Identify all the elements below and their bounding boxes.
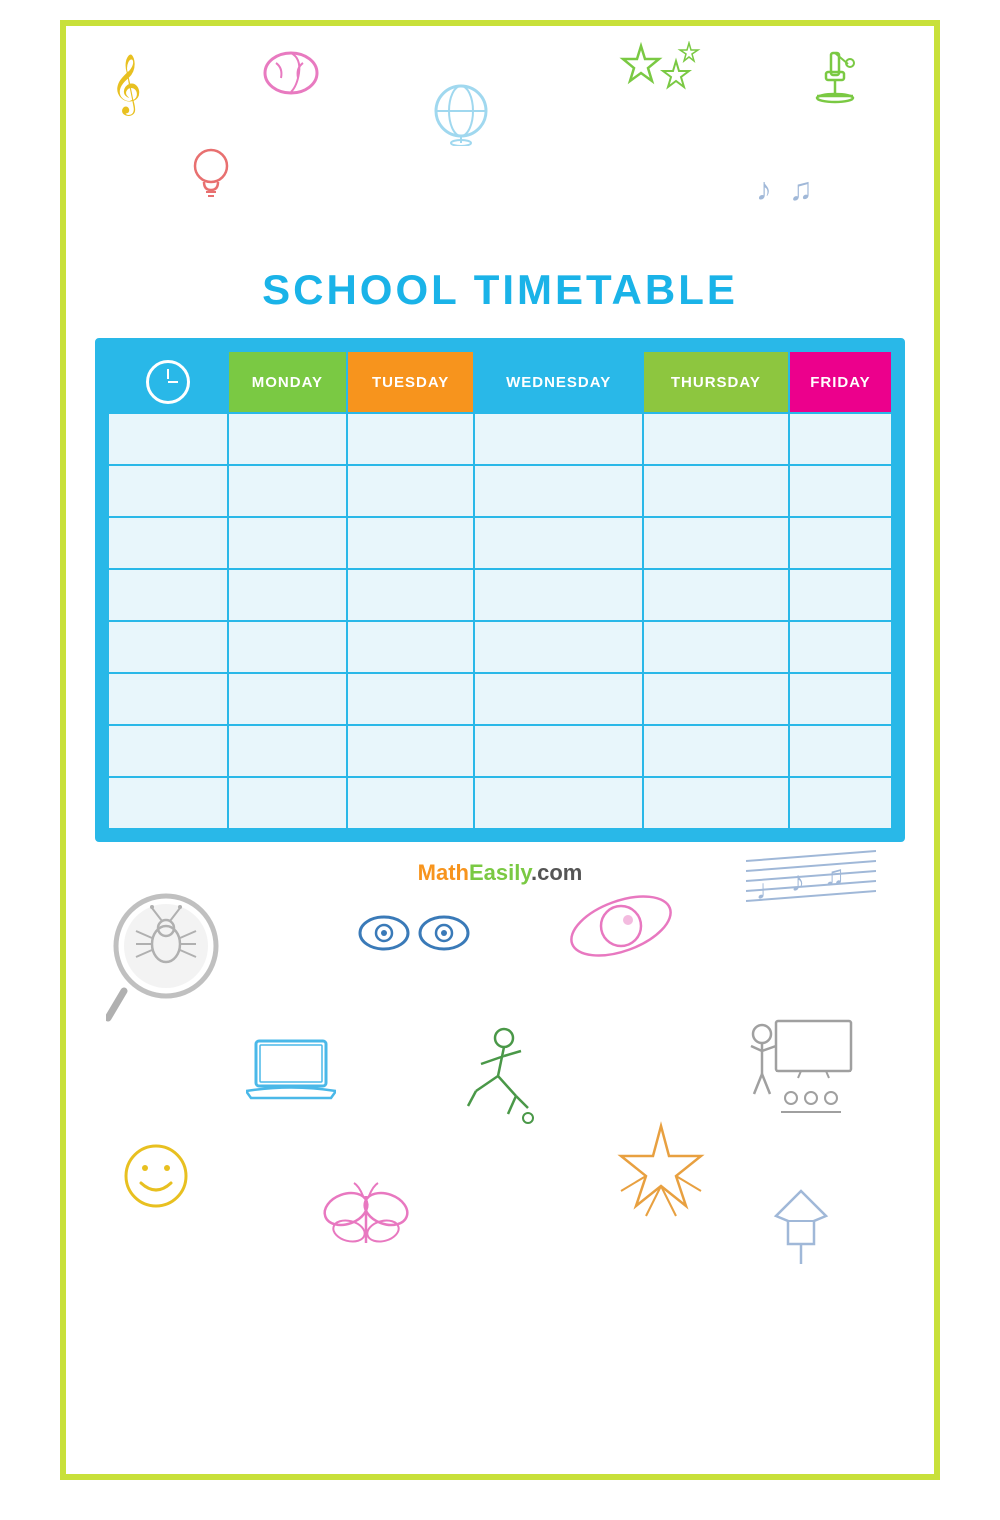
schedule-cell[interactable] (643, 621, 789, 673)
time-cell[interactable] (108, 517, 228, 569)
table-row (108, 465, 892, 517)
schedule-cell[interactable] (789, 413, 892, 465)
schedule-cell[interactable] (474, 621, 642, 673)
schedule-cell[interactable] (228, 517, 347, 569)
table-row (108, 517, 892, 569)
schedule-cell[interactable] (347, 777, 475, 829)
schedule-cell[interactable] (474, 465, 642, 517)
monday-header: MONDAY (228, 351, 347, 413)
time-cell[interactable] (108, 413, 228, 465)
page-title: SCHOOL TIMETABLE (66, 266, 934, 314)
schedule-cell[interactable] (347, 569, 475, 621)
stars-icon (611, 41, 711, 126)
time-cell[interactable] (108, 725, 228, 777)
svg-text:♪: ♪ (791, 866, 805, 897)
schedule-cell[interactable] (347, 621, 475, 673)
schedule-cell[interactable] (347, 725, 475, 777)
schedule-cell[interactable] (643, 517, 789, 569)
schedule-cell[interactable] (789, 569, 892, 621)
schedule-cell[interactable] (228, 777, 347, 829)
schedule-cell[interactable] (228, 465, 347, 517)
table-row (108, 621, 892, 673)
schedule-cell[interactable] (474, 569, 642, 621)
friday-header: FRIDAY (789, 351, 892, 413)
table-row (108, 413, 892, 465)
magnifier-bug-icon (106, 886, 236, 1031)
runner-icon (466, 1026, 536, 1131)
schedule-cell[interactable] (228, 725, 347, 777)
svg-text:♫: ♫ (824, 860, 845, 891)
schedule-cell[interactable] (474, 725, 642, 777)
attr-easily: Easily (469, 860, 531, 885)
treble-clef-icon: 𝄞 (111, 54, 142, 115)
table-row (108, 673, 892, 725)
tuesday-header: TUESDAY (347, 351, 475, 413)
schedule-cell[interactable] (228, 673, 347, 725)
teacher-icon (746, 1016, 856, 1121)
music-staff-icon: ♩ ♪ ♫ (746, 841, 876, 926)
schedule-cell[interactable] (474, 777, 642, 829)
page: 𝄞 (60, 20, 940, 1480)
schedule-cell[interactable] (643, 777, 789, 829)
brain-icon (261, 48, 321, 109)
schedule-cell[interactable] (789, 517, 892, 569)
table-row (108, 725, 892, 777)
schedule-cell[interactable] (643, 569, 789, 621)
laptop-icon (246, 1036, 336, 1111)
schedule-cell[interactable] (643, 465, 789, 517)
globe-icon (431, 81, 491, 157)
schedule-cell[interactable] (643, 673, 789, 725)
star-hands-icon (611, 1121, 711, 1236)
table-row (108, 777, 892, 829)
attr-math: Math (418, 860, 469, 885)
time-cell[interactable] (108, 569, 228, 621)
table-row (108, 569, 892, 621)
schedule-cell[interactable] (347, 517, 475, 569)
schedule-cell[interactable] (643, 413, 789, 465)
schedule-cell[interactable] (347, 673, 475, 725)
timetable-container: MONDAY TUESDAY WEDNESDAY THURSDAY FRIDAY (95, 338, 905, 842)
microscope-icon (806, 48, 866, 123)
schedule-cell[interactable] (228, 413, 347, 465)
thursday-header: THURSDAY (643, 351, 789, 413)
time-cell[interactable] (108, 777, 228, 829)
bulb-icon (186, 146, 236, 216)
wednesday-header: WEDNESDAY (474, 351, 642, 413)
smiley-icon (121, 1141, 191, 1216)
svg-text:♩: ♩ (756, 874, 784, 905)
timetable: MONDAY TUESDAY WEDNESDAY THURSDAY FRIDAY (107, 350, 893, 830)
schedule-cell[interactable] (474, 673, 642, 725)
music-notes-icon: ♪ ♫ (756, 171, 817, 208)
schedule-cell[interactable] (228, 569, 347, 621)
time-cell[interactable] (108, 465, 228, 517)
schedule-cell[interactable] (789, 465, 892, 517)
time-cell[interactable] (108, 621, 228, 673)
schedule-cell[interactable] (643, 725, 789, 777)
schedule-cell[interactable] (474, 413, 642, 465)
planet-icon (566, 876, 676, 981)
pin-icon (766, 1186, 836, 1271)
schedule-cell[interactable] (789, 725, 892, 777)
schedule-cell[interactable] (347, 465, 475, 517)
schedule-cell[interactable] (789, 777, 892, 829)
eyes-icon (356, 906, 476, 966)
schedule-cell[interactable] (228, 621, 347, 673)
schedule-cell[interactable] (347, 413, 475, 465)
schedule-cell[interactable] (789, 673, 892, 725)
clock-header (108, 351, 228, 413)
butterfly-icon (321, 1181, 411, 1261)
schedule-cell[interactable] (474, 517, 642, 569)
schedule-cell[interactable] (789, 621, 892, 673)
time-cell[interactable] (108, 673, 228, 725)
clock-icon (146, 360, 190, 404)
